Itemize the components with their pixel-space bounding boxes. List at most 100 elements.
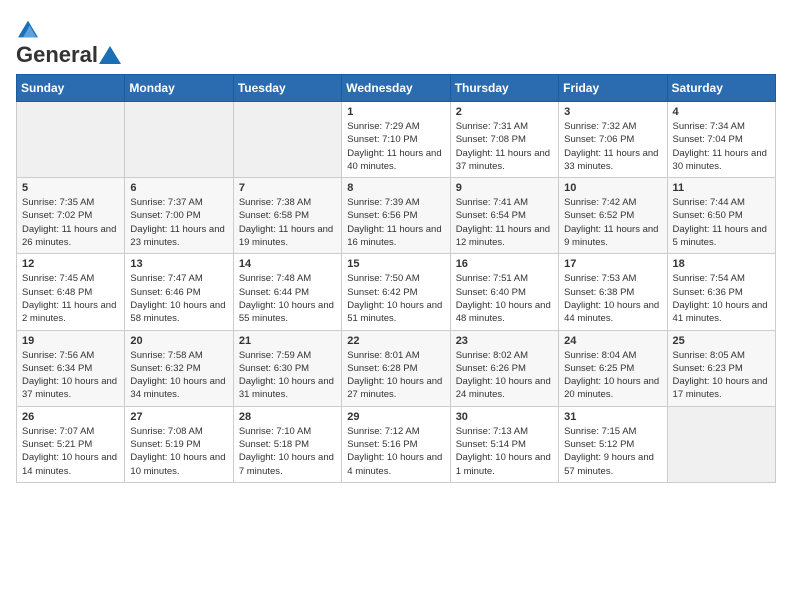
day-info: Sunrise: 8:04 AM Sunset: 6:25 PM Dayligh…: [564, 349, 661, 402]
day-info: Sunrise: 7:51 AM Sunset: 6:40 PM Dayligh…: [456, 272, 553, 325]
calendar-week-row: 19Sunrise: 7:56 AM Sunset: 6:34 PM Dayli…: [17, 330, 776, 406]
calendar-cell: 10Sunrise: 7:42 AM Sunset: 6:52 PM Dayli…: [559, 178, 667, 254]
day-of-week-header: Friday: [559, 75, 667, 102]
day-number: 30: [456, 411, 553, 423]
calendar-table: SundayMondayTuesdayWednesdayThursdayFrid…: [16, 74, 776, 483]
day-number: 17: [564, 258, 661, 270]
calendar-cell: 15Sunrise: 7:50 AM Sunset: 6:42 PM Dayli…: [342, 254, 450, 330]
calendar-cell: 16 Sunrise: 7:51 AM Sunset: 6:40 PM Dayli…: [450, 254, 558, 330]
day-info: Sunrise: 7:10 AM Sunset: 5:18 PM Dayligh…: [239, 425, 336, 478]
calendar-cell: 21 Sunrise: 7:59 AM Sunset: 6:30 PM Dayli…: [233, 330, 341, 406]
day-info: Sunrise: 7:07 AM Sunset: 5:21 PM Dayligh…: [22, 425, 119, 478]
day-info: Sunrise: 7:53 AM Sunset: 6:38 PM Dayligh…: [564, 272, 661, 325]
day-number: 1: [347, 106, 444, 118]
day-of-week-header: Sunday: [17, 75, 125, 102]
day-info: Sunrise: 7:12 AM Sunset: 5:16 PM Dayligh…: [347, 425, 444, 478]
day-number: 10: [564, 182, 661, 194]
calendar-cell: 4Sunrise: 7:34 AM Sunset: 7:04 PM Daylig…: [667, 102, 775, 178]
day-number: 28: [239, 411, 336, 423]
day-number: 29: [347, 411, 444, 423]
calendar-week-row: 12 Sunrise: 7:45 AM Sunset: 6:48 PM Dayli…: [17, 254, 776, 330]
calendar-cell: [233, 102, 341, 178]
page-header: General: [16, 16, 776, 64]
calendar-cell: 25 Sunrise: 8:05 AM Sunset: 6:23 PM Dayli…: [667, 330, 775, 406]
day-info: Sunrise: 7:45 AM Sunset: 6:48 PM Dayligh…: [22, 272, 119, 325]
day-number: 14: [239, 258, 336, 270]
day-of-week-header: Saturday: [667, 75, 775, 102]
calendar-cell: 23 Sunrise: 8:02 AM Sunset: 6:26 PM Dayli…: [450, 330, 558, 406]
calendar-cell: 14 Sunrise: 7:48 AM Sunset: 6:44 PM Dayli…: [233, 254, 341, 330]
day-number: 23: [456, 335, 553, 347]
day-number: 18: [673, 258, 770, 270]
day-number: 4: [673, 106, 770, 118]
day-number: 16: [456, 258, 553, 270]
calendar-cell: 24 Sunrise: 8:04 AM Sunset: 6:25 PM Dayli…: [559, 330, 667, 406]
day-info: Sunrise: 7:31 AM Sunset: 7:08 PM Dayligh…: [456, 120, 553, 173]
calendar-cell: 17 Sunrise: 7:53 AM Sunset: 6:38 PM Dayli…: [559, 254, 667, 330]
day-number: 19: [22, 335, 119, 347]
calendar-week-row: 5 Sunrise: 7:35 AM Sunset: 7:02 PM Daylig…: [17, 178, 776, 254]
day-number: 24: [564, 335, 661, 347]
day-of-week-header: Monday: [125, 75, 233, 102]
day-of-week-header: Tuesday: [233, 75, 341, 102]
calendar-cell: 5 Sunrise: 7:35 AM Sunset: 7:02 PM Daylig…: [17, 178, 125, 254]
day-info: Sunrise: 7:29 AM Sunset: 7:10 PM Dayligh…: [347, 120, 444, 173]
day-info: Sunrise: 7:48 AM Sunset: 6:44 PM Dayligh…: [239, 272, 336, 325]
day-number: 11: [673, 182, 770, 194]
day-number: 21: [239, 335, 336, 347]
day-info: Sunrise: 7:37 AM Sunset: 7:00 PM Dayligh…: [130, 196, 227, 249]
day-info: Sunrise: 7:32 AM Sunset: 7:06 PM Dayligh…: [564, 120, 661, 173]
calendar-cell: 28 Sunrise: 7:10 AM Sunset: 5:18 PM Dayli…: [233, 406, 341, 482]
day-number: 9: [456, 182, 553, 194]
calendar-header-row: SundayMondayTuesdayWednesdayThursdayFrid…: [17, 75, 776, 102]
day-info: Sunrise: 7:39 AM Sunset: 6:56 PM Dayligh…: [347, 196, 444, 249]
day-info: Sunrise: 8:01 AM Sunset: 6:28 PM Dayligh…: [347, 349, 444, 402]
day-info: Sunrise: 7:35 AM Sunset: 7:02 PM Dayligh…: [22, 196, 119, 249]
day-info: Sunrise: 7:58 AM Sunset: 6:32 PM Dayligh…: [130, 349, 227, 402]
calendar-cell: [17, 102, 125, 178]
day-number: 26: [22, 411, 119, 423]
day-info: Sunrise: 8:02 AM Sunset: 6:26 PM Dayligh…: [456, 349, 553, 402]
day-number: 12: [22, 258, 119, 270]
day-info: Sunrise: 7:38 AM Sunset: 6:58 PM Dayligh…: [239, 196, 336, 249]
calendar-cell: 19Sunrise: 7:56 AM Sunset: 6:34 PM Dayli…: [17, 330, 125, 406]
calendar-cell: 7 Sunrise: 7:38 AM Sunset: 6:58 PM Daylig…: [233, 178, 341, 254]
day-info: Sunrise: 7:47 AM Sunset: 6:46 PM Dayligh…: [130, 272, 227, 325]
day-info: Sunrise: 7:13 AM Sunset: 5:14 PM Dayligh…: [456, 425, 553, 478]
calendar-cell: 2 Sunrise: 7:31 AM Sunset: 7:08 PM Daylig…: [450, 102, 558, 178]
day-info: Sunrise: 7:59 AM Sunset: 6:30 PM Dayligh…: [239, 349, 336, 402]
calendar-cell: 30 Sunrise: 7:13 AM Sunset: 5:14 PM Dayli…: [450, 406, 558, 482]
calendar-cell: 20Sunrise: 7:58 AM Sunset: 6:32 PM Dayli…: [125, 330, 233, 406]
day-info: Sunrise: 7:08 AM Sunset: 5:19 PM Dayligh…: [130, 425, 227, 478]
calendar-cell: 3 Sunrise: 7:32 AM Sunset: 7:06 PM Daylig…: [559, 102, 667, 178]
day-number: 7: [239, 182, 336, 194]
calendar-week-row: 1 Sunrise: 7:29 AM Sunset: 7:10 PM Daylig…: [17, 102, 776, 178]
day-number: 8: [347, 182, 444, 194]
calendar-cell: 31Sunrise: 7:15 AM Sunset: 5:12 PM Dayli…: [559, 406, 667, 482]
day-info: Sunrise: 7:41 AM Sunset: 6:54 PM Dayligh…: [456, 196, 553, 249]
day-number: 27: [130, 411, 227, 423]
calendar-cell: [667, 406, 775, 482]
calendar-week-row: 26 Sunrise: 7:07 AM Sunset: 5:21 PM Dayli…: [17, 406, 776, 482]
calendar-cell: 1 Sunrise: 7:29 AM Sunset: 7:10 PM Daylig…: [342, 102, 450, 178]
calendar-cell: 11Sunrise: 7:44 AM Sunset: 6:50 PM Dayli…: [667, 178, 775, 254]
logo-triangle-icon: [99, 46, 121, 64]
day-number: 31: [564, 411, 661, 423]
calendar-cell: [125, 102, 233, 178]
calendar-cell: 13 Sunrise: 7:47 AM Sunset: 6:46 PM Dayli…: [125, 254, 233, 330]
logo-general-text: General: [16, 42, 98, 68]
calendar-cell: 9 Sunrise: 7:41 AM Sunset: 6:54 PM Daylig…: [450, 178, 558, 254]
calendar-cell: 29 Sunrise: 7:12 AM Sunset: 5:16 PM Dayli…: [342, 406, 450, 482]
day-number: 2: [456, 106, 553, 118]
calendar-cell: 18 Sunrise: 7:54 AM Sunset: 6:36 PM Dayli…: [667, 254, 775, 330]
day-info: Sunrise: 7:54 AM Sunset: 6:36 PM Dayligh…: [673, 272, 770, 325]
day-number: 25: [673, 335, 770, 347]
day-number: 3: [564, 106, 661, 118]
calendar-cell: 27 Sunrise: 7:08 AM Sunset: 5:19 PM Dayli…: [125, 406, 233, 482]
day-of-week-header: Thursday: [450, 75, 558, 102]
day-number: 5: [22, 182, 119, 194]
day-number: 13: [130, 258, 227, 270]
calendar-cell: 6 Sunrise: 7:37 AM Sunset: 7:00 PM Daylig…: [125, 178, 233, 254]
day-info: Sunrise: 8:05 AM Sunset: 6:23 PM Dayligh…: [673, 349, 770, 402]
day-number: 6: [130, 182, 227, 194]
